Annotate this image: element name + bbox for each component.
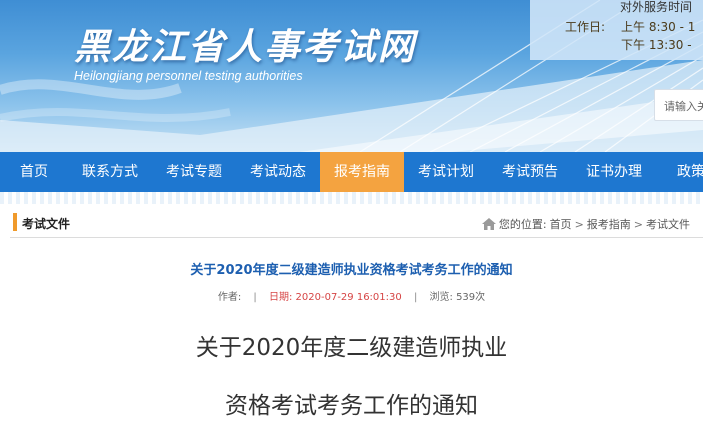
search-placeholder: 请输入关 <box>664 100 703 113</box>
service-hours-label: 工作日: <box>565 20 606 34</box>
views-value: 539次 <box>456 292 486 303</box>
breadcrumb-separator: > <box>633 217 643 231</box>
breadcrumb-prefix: 您的位置: <box>498 218 547 231</box>
nav-item-exam-plan[interactable]: 考试计划 <box>404 152 488 192</box>
nav-item-registration-guide[interactable]: 报考指南 <box>320 152 404 192</box>
nav-underline-stripe <box>0 192 703 204</box>
date-value: 2020-07-29 16:01:30 <box>295 292 402 303</box>
nav-item-contact[interactable]: 联系方式 <box>68 152 152 192</box>
nav-item-certificates[interactable]: 证书办理 <box>572 152 656 192</box>
date-label: 日期: <box>268 292 293 303</box>
breadcrumb-guide-link[interactable]: 报考指南 <box>587 216 631 232</box>
article-title: 关于2020年度二级建造师执业资格考试考务工作的通知 <box>190 263 513 278</box>
site-title: 黑龙江省人事考试网 <box>74 27 417 68</box>
nav-item-home[interactable]: 首页 <box>0 152 68 192</box>
breadcrumb-home-link[interactable]: 首页 <box>550 216 572 232</box>
header-banner: 黑龙江省人事考试网 Heilongjiang personnel testing… <box>0 0 703 152</box>
service-hours-panel: 对外服务时间 工作日: 上午 8:30 - 1 下午 13:30 - <box>530 0 703 60</box>
home-icon <box>481 218 496 230</box>
section-accent-bar <box>13 213 17 231</box>
article-heading-line-1: 关于2020年度二级建造师执业 <box>195 335 508 361</box>
article-heading-line-2: 资格考试考务工作的通知 <box>225 393 478 419</box>
meta-divider: | <box>413 292 418 303</box>
search-input[interactable]: 请输入关 <box>654 89 703 121</box>
section-title: 考试文件 <box>22 217 71 231</box>
meta-divider: | <box>253 292 257 303</box>
nav-item-policy[interactable]: 政策法 <box>656 152 703 192</box>
service-hours-pm: 下午 13:30 - <box>621 38 692 52</box>
article-meta: 作者: | 日期: 2020-07-29 16:01:30 | 浏览: 539次 <box>0 288 703 303</box>
site-subtitle: Heilongjiang personnel testing authoriti… <box>74 69 303 83</box>
nav-item-exam-topics[interactable]: 考试专题 <box>152 152 236 192</box>
breadcrumb-separator: > <box>574 217 584 231</box>
breadcrumb: 您的位置: 首页 > 报考指南 > 考试文件 <box>481 216 690 232</box>
section-divider <box>10 237 703 238</box>
breadcrumb-current[interactable]: 考试文件 <box>646 216 690 232</box>
author-label: 作者: <box>217 292 242 303</box>
service-hours-am: 上午 8:30 - 1 <box>621 20 696 34</box>
main-nav: 首页 联系方式 考试专题 考试动态 报考指南 考试计划 考试预告 证书办理 政策… <box>0 152 703 192</box>
nav-item-exam-news[interactable]: 考试动态 <box>236 152 320 192</box>
service-hours-title: 对外服务时间 <box>620 0 693 14</box>
views-label: 浏览: <box>429 292 453 303</box>
nav-item-exam-preview[interactable]: 考试预告 <box>488 152 572 192</box>
